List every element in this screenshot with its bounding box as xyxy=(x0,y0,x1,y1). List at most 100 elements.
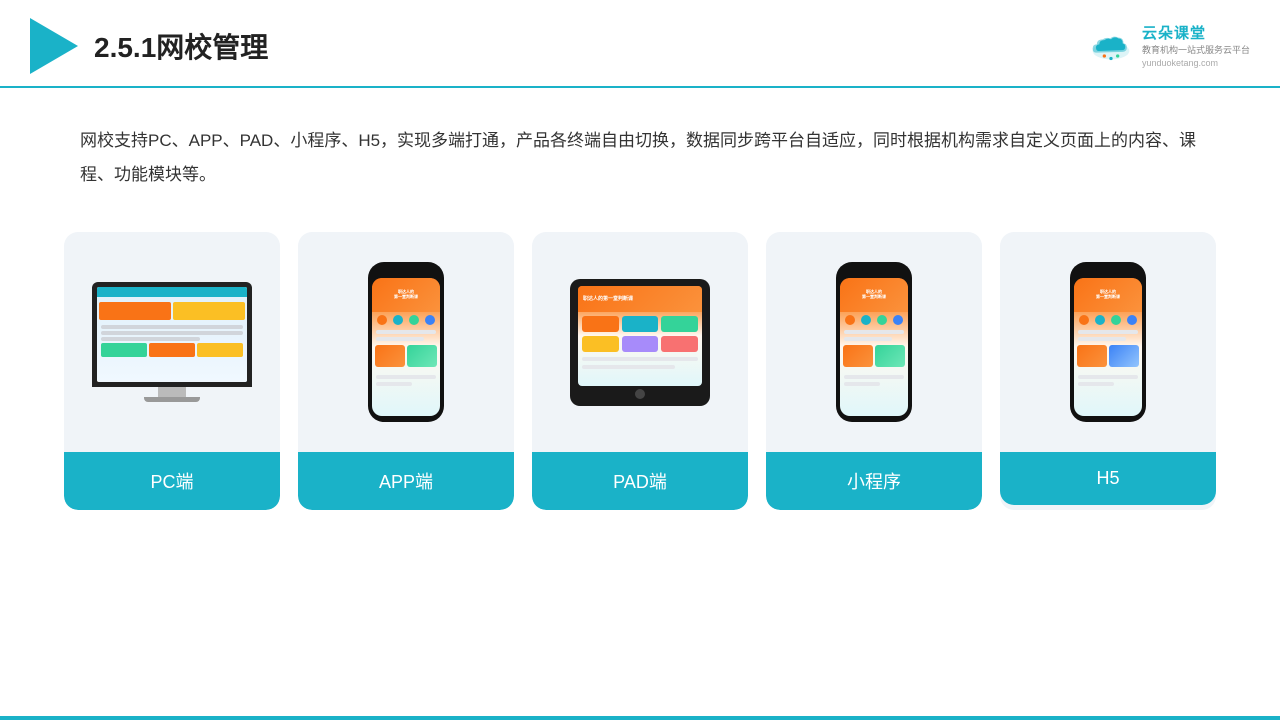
app-image-area: 职达人的第一堂判断课 xyxy=(298,232,514,452)
pc-screen-inner xyxy=(97,287,247,382)
device-card-pad: 职达人的第一堂判断课 xyxy=(532,232,748,510)
app-cards xyxy=(372,343,440,369)
h5-icon2 xyxy=(1095,315,1105,325)
pc-block4 xyxy=(149,343,195,357)
miniprogram-rows2 xyxy=(840,373,908,388)
pad-outer: 职达人的第一堂判断课 xyxy=(570,279,710,406)
pad-card5 xyxy=(622,336,659,352)
device-card-app: 职达人的第一堂判断课 xyxy=(298,232,514,510)
brand-tagline: 教育机构一站式服务云平台 xyxy=(1142,44,1250,57)
h5-line3 xyxy=(1078,375,1138,379)
pad-card6 xyxy=(661,336,698,352)
miniprogram-label: 小程序 xyxy=(766,452,982,510)
brand-logo: 云朵课堂 教育机构一站式服务云平台 yunduoketang.com xyxy=(1086,23,1250,69)
app-icon4 xyxy=(425,315,435,325)
header-left: 2.5.1网校管理 xyxy=(30,18,268,74)
mini-line3 xyxy=(844,375,904,379)
mini-card2 xyxy=(875,345,905,367)
h5-label: H5 xyxy=(1000,452,1216,505)
pad-card4 xyxy=(582,336,619,352)
pad-line2 xyxy=(582,365,675,369)
mini-icon3 xyxy=(877,315,887,325)
pc-base xyxy=(144,397,200,402)
pc-image-area xyxy=(64,232,280,452)
miniprogram-image-area: 职达人的第一堂判断课 xyxy=(766,232,982,452)
pc-line1 xyxy=(101,325,243,329)
header: 2.5.1网校管理 云朵课堂 教育机构一站式服务云平台 yunduoketang… xyxy=(0,0,1280,88)
brand-name: 云朵课堂 xyxy=(1142,23,1250,44)
app-line4 xyxy=(376,382,412,386)
app-card2 xyxy=(407,345,437,367)
app-phone-mockup: 职达人的第一堂判断课 xyxy=(368,262,444,422)
pad-banner: 职达人的第一堂判断课 xyxy=(578,286,702,312)
h5-phone-mockup: 职达人的第一堂判断课 xyxy=(1070,262,1146,422)
miniprogram-phone-screen: 职达人的第一堂判断课 xyxy=(840,278,908,416)
app-phone-outer: 职达人的第一堂判断课 xyxy=(368,262,444,422)
pc-block5 xyxy=(197,343,243,357)
app-line3 xyxy=(376,375,436,379)
h5-line4 xyxy=(1078,382,1114,386)
mini-line4 xyxy=(844,382,880,386)
app-rows xyxy=(372,328,440,343)
h5-rows2 xyxy=(1074,373,1142,388)
mini-icon2 xyxy=(861,315,871,325)
app-phone-notch xyxy=(394,268,418,274)
miniprogram-phone-outer: 职达人的第一堂判断课 xyxy=(836,262,912,422)
h5-icon4 xyxy=(1127,315,1137,325)
pc-row2 xyxy=(101,343,243,357)
mini-line1 xyxy=(844,330,904,334)
pad-mockup: 职达人的第一堂判断课 xyxy=(570,279,710,406)
app-label: APP端 xyxy=(298,452,514,510)
app-icon3 xyxy=(409,315,419,325)
miniprogram-phone-mockup: 职达人的第一堂判断课 xyxy=(836,262,912,422)
h5-phone-outer: 职达人的第一堂判断课 xyxy=(1070,262,1146,422)
h5-card2 xyxy=(1109,345,1139,367)
pc-block3 xyxy=(101,343,147,357)
h5-icon3 xyxy=(1111,315,1121,325)
h5-card1 xyxy=(1077,345,1107,367)
device-cards-section: PC端 职达人的第一堂判断课 xyxy=(0,212,1280,530)
pad-image-area: 职达人的第一堂判断课 xyxy=(532,232,748,452)
pad-label: PAD端 xyxy=(532,452,748,510)
logo-triangle-icon xyxy=(30,18,78,74)
h5-phone-screen: 职达人的第一堂判断课 xyxy=(1074,278,1142,416)
miniprogram-rows xyxy=(840,328,908,343)
mini-line2 xyxy=(844,337,892,341)
miniprogram-cards xyxy=(840,343,908,369)
pc-screen-outer xyxy=(92,282,252,387)
pad-screen: 职达人的第一堂判断课 xyxy=(578,286,702,386)
pad-row1 xyxy=(582,316,698,332)
brand-text-block: 云朵课堂 教育机构一站式服务云平台 yunduoketang.com xyxy=(1142,23,1250,69)
mini-card1 xyxy=(843,345,873,367)
pad-home-button xyxy=(635,389,645,399)
pad-card2 xyxy=(622,316,659,332)
brand-domain: yunduoketang.com xyxy=(1142,57,1250,70)
header-right: 云朵课堂 教育机构一站式服务云平台 yunduoketang.com xyxy=(1086,23,1250,69)
mini-icon1 xyxy=(845,315,855,325)
h5-cards xyxy=(1074,343,1142,369)
app-rows2 xyxy=(372,373,440,388)
app-card1 xyxy=(375,345,405,367)
app-line1 xyxy=(376,330,436,334)
pc-label: PC端 xyxy=(64,452,280,510)
app-icon1 xyxy=(377,315,387,325)
pc-stand xyxy=(158,387,186,397)
h5-image-area: 职达人的第一堂判断课 xyxy=(1000,232,1216,452)
mini-icon4 xyxy=(893,315,903,325)
miniprogram-banner: 职达人的第一堂判断课 xyxy=(840,278,908,312)
device-card-pc: PC端 xyxy=(64,232,280,510)
pad-line1 xyxy=(582,357,698,361)
app-banner: 职达人的第一堂判断课 xyxy=(372,278,440,312)
app-phone-screen: 职达人的第一堂判断课 xyxy=(372,278,440,416)
pad-body xyxy=(578,312,702,373)
h5-banner: 职达人的第一堂判断课 xyxy=(1074,278,1142,312)
device-card-miniprogram: 职达人的第一堂判断课 xyxy=(766,232,982,510)
description-text: 网校支持PC、APP、PAD、小程序、H5，实现多端打通，产品各终端自由切换，数… xyxy=(0,88,1280,212)
miniprogram-phone-notch xyxy=(862,268,886,274)
h5-phone-notch xyxy=(1096,268,1120,274)
device-card-h5: 职达人的第一堂判断课 xyxy=(1000,232,1216,510)
pad-card3 xyxy=(661,316,698,332)
pc-screen-content xyxy=(97,287,247,382)
pc-block1 xyxy=(99,302,171,320)
h5-icons xyxy=(1074,312,1142,328)
